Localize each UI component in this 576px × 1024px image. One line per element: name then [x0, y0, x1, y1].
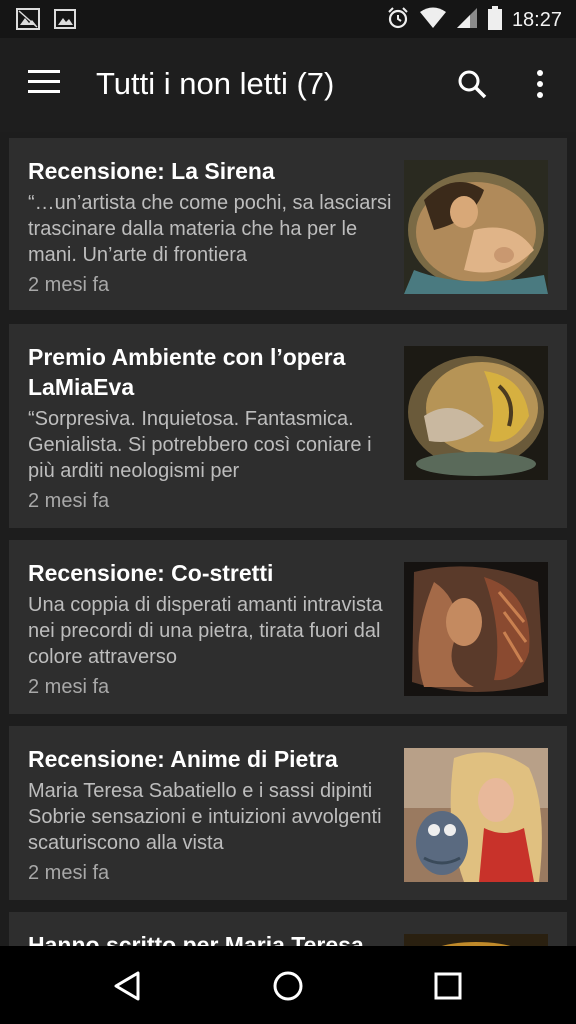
menu-icon[interactable]	[28, 70, 60, 94]
article-snippet: “Sorpresiva. Inquietosa. Fantasmica. Gen…	[28, 408, 372, 482]
search-icon[interactable]	[456, 68, 488, 100]
app-bar: Tutti i non letti (7)	[0, 38, 576, 132]
back-icon[interactable]	[110, 968, 146, 1004]
article-thumbnail	[404, 748, 548, 882]
article-thumbnail	[404, 160, 548, 294]
home-icon[interactable]	[270, 968, 306, 1004]
navigation-bar	[0, 946, 576, 1024]
article-thumbnail	[404, 346, 548, 480]
article-snippet: Una coppia di disperati amanti intravist…	[28, 594, 383, 668]
more-vert-icon[interactable]	[530, 68, 550, 100]
article-card[interactable]: Premio Ambiente con l’opera LaMiaEva “So…	[9, 324, 567, 528]
status-bar: 18:27	[0, 0, 576, 38]
article-card[interactable]: Hanno scritto per Maria Teresa	[9, 912, 567, 946]
article-list[interactable]: Recensione: La Sirena “…un’artista che c…	[0, 132, 576, 946]
article-title: Premio Ambiente con l’opera LaMiaEva	[28, 344, 346, 400]
article-snippet: Maria Teresa Sabatiello e i sassi dipint…	[28, 780, 382, 854]
article-title: Recensione: La Sirena	[28, 158, 275, 184]
article-snippet: “…un’artista che come pochi, sa lasciars…	[28, 192, 392, 266]
article-thumbnail	[404, 934, 548, 946]
article-age: 2 mesi fa	[28, 676, 110, 698]
article-card[interactable]: Recensione: Co-stretti Una coppia di dis…	[9, 540, 567, 714]
battery-icon	[487, 6, 502, 35]
article-age: 2 mesi fa	[28, 490, 110, 512]
status-time: 18:27	[511, 9, 562, 31]
wifi-icon	[419, 7, 446, 34]
article-card[interactable]: Recensione: Anime di Pietra Maria Teresa…	[9, 726, 567, 900]
signal-icon	[456, 7, 478, 34]
article-title: Hanno scritto per Maria Teresa	[28, 932, 364, 946]
article-age: 2 mesi fa	[28, 862, 110, 884]
recents-icon[interactable]	[430, 968, 466, 1004]
article-title: Recensione: Co-stretti	[28, 560, 274, 586]
article-title: Recensione: Anime di Pietra	[28, 746, 338, 772]
article-thumbnail	[404, 562, 548, 696]
article-age: 2 mesi fa	[28, 274, 110, 296]
photo-notification-icon	[54, 8, 76, 35]
alarm-icon	[386, 6, 410, 35]
page-title: Tutti i non letti (7)	[96, 66, 335, 101]
image-notification-icon	[16, 8, 40, 35]
article-card[interactable]: Recensione: La Sirena “…un’artista che c…	[9, 138, 567, 310]
